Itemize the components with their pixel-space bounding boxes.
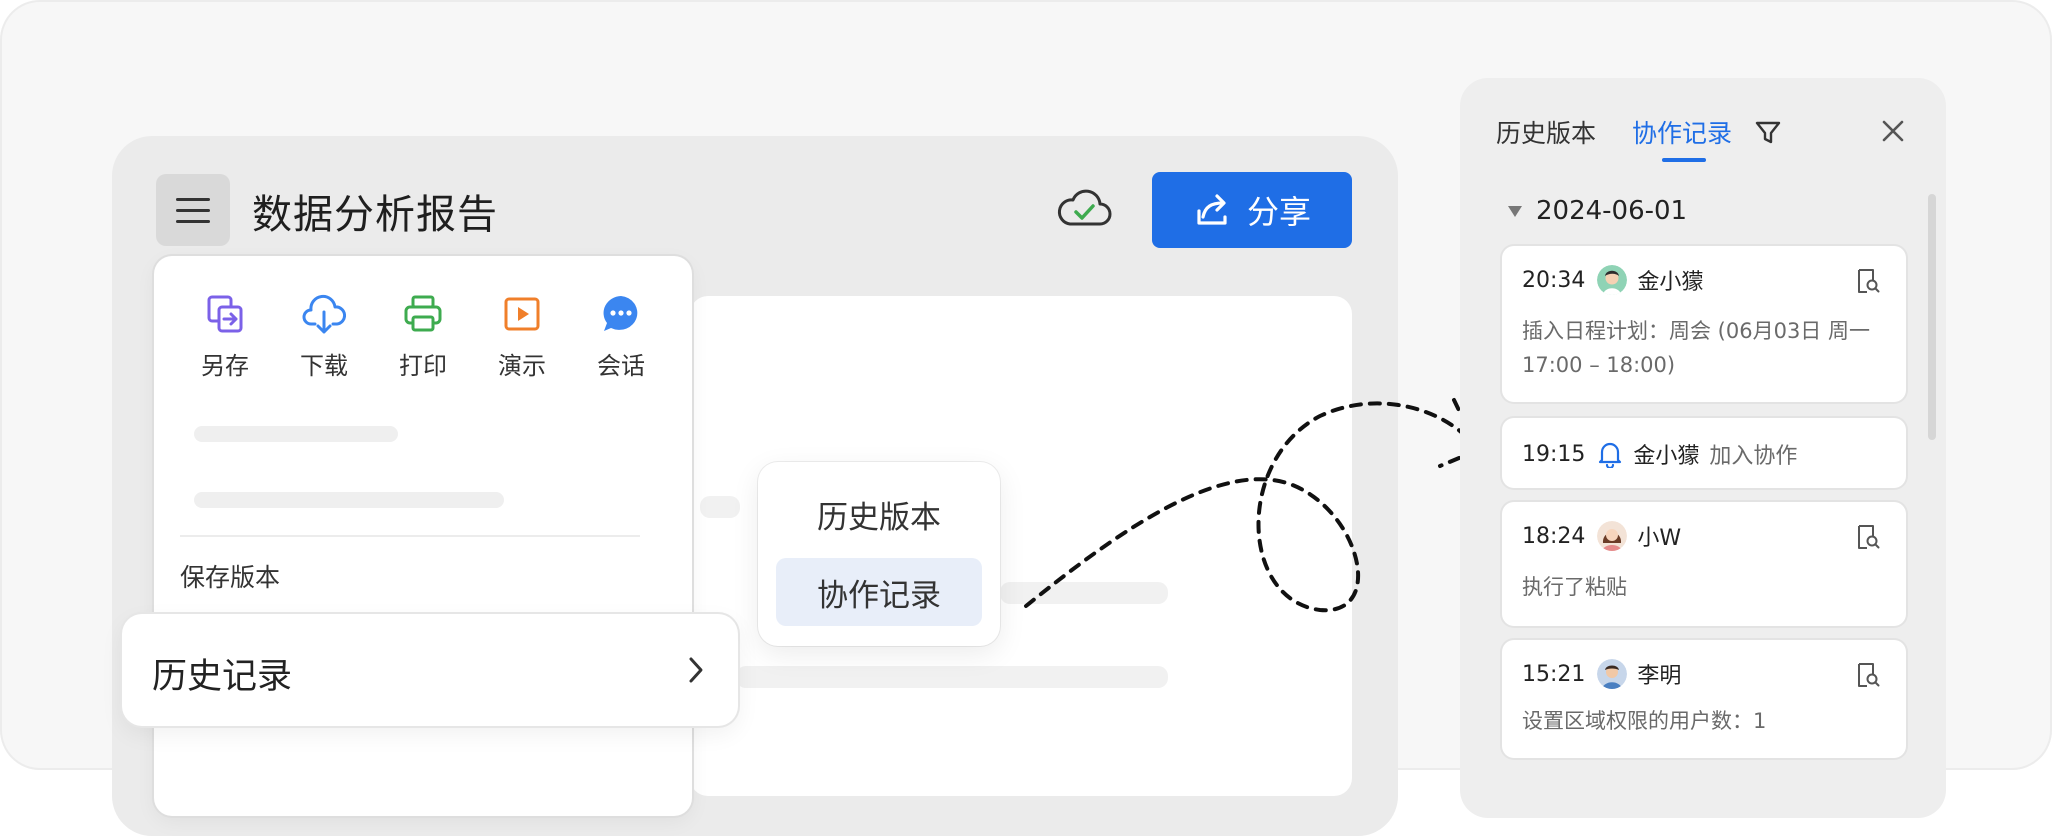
- filter-icon[interactable]: [1754, 118, 1782, 146]
- record-card[interactable]: 18:24 小W 执行了粘贴: [1502, 502, 1906, 626]
- submenu-item-history-versions[interactable]: 历史版本: [776, 480, 982, 548]
- date-group-header[interactable]: 2024-06-01: [1508, 196, 1687, 226]
- record-card[interactable]: 20:34 金小獴 插入日程计划：周会 (06月03日 周一 17:00 – 1…: [1502, 246, 1906, 402]
- printer-icon: [404, 295, 442, 332]
- chat-label: 会话: [597, 352, 645, 380]
- close-icon[interactable]: [1880, 118, 1906, 144]
- save-as-icon: [207, 295, 243, 333]
- user-avatar: [1597, 265, 1628, 295]
- history-label: 历史记录: [152, 657, 293, 697]
- text-placeholder: [736, 666, 1168, 688]
- date-label: 2024-06-01: [1536, 196, 1688, 226]
- hamburger-menu-button[interactable]: [156, 174, 230, 246]
- submenu-item-collab-records[interactable]: 协作记录: [776, 558, 982, 626]
- menu-line: [176, 208, 210, 212]
- share-button-label: 分享: [1246, 193, 1311, 231]
- record-user: 金小獴: [1637, 270, 1704, 295]
- record-time: 20:34: [1522, 267, 1586, 293]
- active-tab-indicator: [1662, 158, 1706, 162]
- tab-collab-records[interactable]: 协作记录: [1632, 114, 1732, 150]
- chevron-right-icon: [689, 657, 703, 683]
- print-action[interactable]: 打印: [378, 292, 468, 381]
- record-time: 18:24: [1522, 523, 1586, 549]
- record-time: 19:15: [1522, 441, 1586, 467]
- record-card[interactable]: 19:15 金小獴 加入协作: [1502, 418, 1906, 488]
- record-detail: 设置区域权限的用户数：1: [1522, 709, 1767, 733]
- user-avatar: [1597, 521, 1628, 551]
- menu-placeholder: [194, 426, 398, 442]
- download-label: 下载: [300, 352, 348, 380]
- record-user: 金小獴: [1633, 444, 1700, 469]
- record-user: 小W: [1637, 526, 1682, 551]
- record-header: 19:15 金小獴 加入协作: [1522, 438, 1797, 470]
- record-header: 15:21 李明: [1522, 658, 1681, 690]
- save-as-label: 另存: [201, 352, 249, 380]
- menu-placeholder: [194, 492, 504, 508]
- menu-line: [176, 197, 210, 201]
- record-detail: 执行了粘贴: [1522, 575, 1627, 599]
- record-header: 18:24 小W: [1522, 520, 1681, 552]
- collapse-triangle-icon: [1508, 205, 1522, 217]
- record-user: 李明: [1637, 664, 1682, 689]
- present-action[interactable]: 演示: [477, 292, 567, 381]
- save-as-action[interactable]: 另存: [180, 292, 270, 381]
- chat-action[interactable]: 会话: [576, 292, 666, 381]
- history-menu-item[interactable]: 历史记录: [122, 614, 738, 726]
- bell-icon: [1599, 442, 1622, 468]
- cloud-download-icon: [302, 294, 346, 334]
- user-avatar: [1597, 659, 1628, 689]
- history-submenu: 历史版本 协作记录: [758, 462, 1000, 646]
- save-version-item[interactable]: 保存版本: [180, 558, 280, 594]
- view-document-icon[interactable]: [1856, 662, 1880, 688]
- record-time: 15:21: [1522, 661, 1586, 687]
- share-icon: [1197, 194, 1227, 225]
- print-label: 打印: [399, 352, 447, 380]
- chat-icon: [603, 296, 638, 331]
- view-document-icon[interactable]: [1856, 524, 1880, 550]
- record-card[interactable]: 15:21 李明 设置区域权限的用户数：1: [1502, 640, 1906, 758]
- tab-history-versions[interactable]: 历史版本: [1496, 114, 1596, 150]
- document-title: 数据分析报告: [252, 192, 498, 238]
- record-detail: 插入日程计划：周会 (06月03日 周一 17:00 – 18:00): [1522, 319, 1870, 377]
- view-document-icon[interactable]: [1856, 268, 1880, 294]
- dashed-arrow-icon: [1024, 398, 1480, 613]
- scrollbar-thumb[interactable]: [1928, 194, 1936, 440]
- record-header: 20:34 金小獴: [1522, 264, 1703, 296]
- record-action: 加入协作: [1709, 444, 1798, 469]
- menu-divider: [180, 535, 640, 537]
- text-placeholder: [700, 496, 740, 518]
- present-label: 演示: [498, 352, 546, 380]
- menu-line: [176, 219, 210, 223]
- cloud-saved-icon: [1057, 189, 1112, 226]
- present-icon: [504, 297, 540, 331]
- download-action[interactable]: 下载: [279, 292, 369, 381]
- share-button[interactable]: 分享: [1152, 172, 1352, 248]
